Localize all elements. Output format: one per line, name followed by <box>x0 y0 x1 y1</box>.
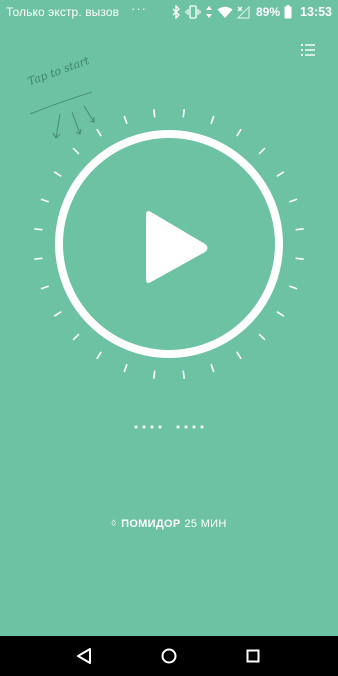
dial-tick <box>153 370 156 379</box>
page-dot <box>142 425 146 429</box>
dial-tick <box>236 128 242 137</box>
page-dot <box>184 425 188 429</box>
dial-tick <box>182 109 185 118</box>
dial-tick <box>34 228 43 231</box>
dial-tick <box>53 171 62 177</box>
dial-tick <box>96 351 102 360</box>
dial-tick <box>276 311 285 317</box>
dial-tick <box>289 198 298 203</box>
dial-tick <box>53 311 62 317</box>
dial-tick <box>72 333 80 341</box>
dial-tick <box>276 171 285 177</box>
dial-tick <box>295 228 304 231</box>
home-circle-icon[interactable] <box>157 644 181 668</box>
page-indicator <box>134 425 204 429</box>
page-dot <box>200 425 204 429</box>
dial-tick <box>289 285 298 290</box>
page-dot <box>192 425 196 429</box>
dial-tick <box>236 351 242 360</box>
page-dot <box>150 425 154 429</box>
navigation-bar <box>0 636 338 676</box>
recents-square-icon[interactable] <box>241 644 265 668</box>
dial-tick <box>258 333 266 341</box>
mode-selector[interactable]: ◊ ПОМИДОР 25 МИН <box>0 518 338 530</box>
page-dot <box>134 425 138 429</box>
dial-tick <box>295 257 304 260</box>
mode-duration: 25 МИН <box>184 518 227 530</box>
mode-name: ПОМИДОР <box>121 518 181 530</box>
dial-tick <box>210 364 215 373</box>
up-down-chevron-icon: ◊ <box>111 518 117 528</box>
dial-tick <box>210 115 215 124</box>
page-dot <box>176 425 180 429</box>
back-triangle-icon[interactable] <box>72 644 96 668</box>
dial-tick <box>123 364 128 373</box>
dial-tick <box>34 257 43 260</box>
dial-tick <box>153 109 156 118</box>
dial-tick <box>72 147 80 155</box>
dial-tick <box>96 128 102 137</box>
dial-tick <box>258 147 266 155</box>
play-button[interactable] <box>69 144 269 344</box>
dial-tick <box>182 370 185 379</box>
dial-tick <box>123 115 128 124</box>
timer-dial <box>34 109 304 379</box>
dial-tick <box>40 198 49 203</box>
page-dot <box>158 425 162 429</box>
dial-tick <box>40 285 49 290</box>
